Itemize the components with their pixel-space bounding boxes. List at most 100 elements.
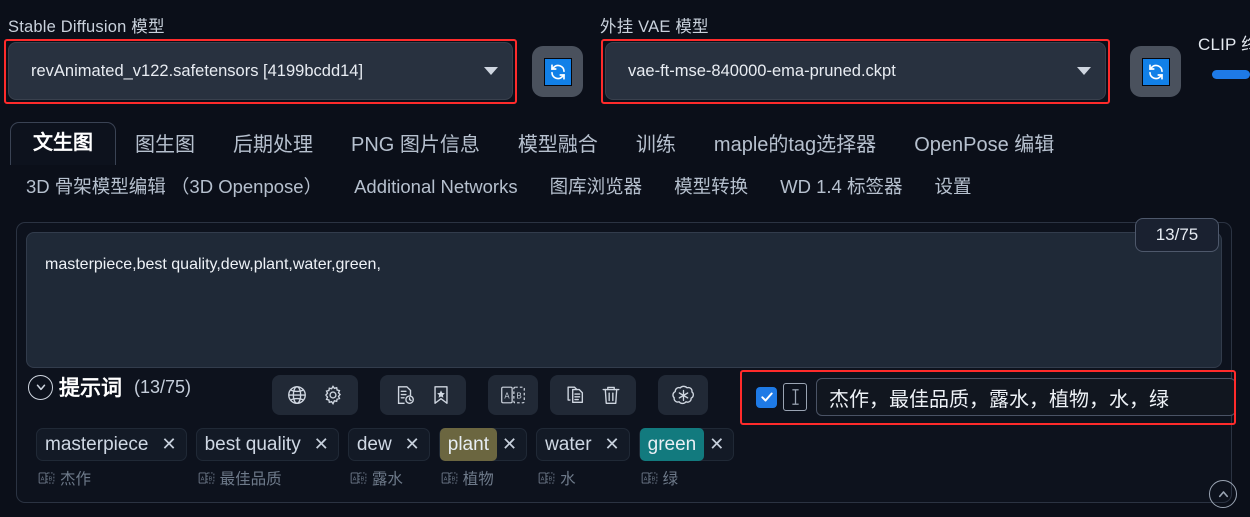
- chevron-down-circle-icon[interactable]: [28, 374, 53, 400]
- close-icon[interactable]: ✕: [497, 434, 517, 455]
- tag-chip-label: dew: [356, 434, 392, 455]
- tag-item: dew ✕ A B 露水: [347, 428, 430, 489]
- tab-checkpoint-merger[interactable]: 模型融合: [499, 127, 617, 165]
- refresh-vae-model-button[interactable]: [1130, 46, 1181, 97]
- svg-text:B: B: [451, 476, 455, 482]
- tab-img2img[interactable]: 图生图: [116, 127, 214, 165]
- token-counter-badge: 13/75: [1135, 218, 1219, 252]
- tab-3d-openpose[interactable]: 3D 骨架模型编辑 （3D Openpose）: [10, 170, 338, 207]
- tab-extras[interactable]: 后期处理: [214, 127, 332, 165]
- tag-translation-label: 水: [560, 471, 576, 488]
- prompt-section-title: 提示词: [59, 377, 122, 400]
- tag-chip[interactable]: plant ✕: [438, 428, 528, 461]
- tag-translation: A B 植物: [439, 467, 527, 489]
- prompt-textarea[interactable]: masterpiece,best quality,dew,plant,water…: [26, 232, 1222, 368]
- close-icon[interactable]: ✕: [309, 434, 329, 455]
- tag-chip[interactable]: water ✕: [536, 428, 630, 461]
- vae-model-label: 外挂 VAE 模型: [600, 18, 709, 36]
- app-root: Stable Diffusion 模型 revAnimated_v122.saf…: [0, 0, 1250, 517]
- chevron-up-circle-icon[interactable]: [1209, 480, 1237, 508]
- tab-wd14-tagger[interactable]: WD 1.4 标签器: [764, 170, 918, 207]
- ab-compare-icon: A B: [538, 472, 555, 484]
- sd-model-dropdown[interactable]: revAnimated_v122.safetensors [4199bcdd14…: [8, 42, 513, 100]
- tab-train[interactable]: 训练: [617, 127, 695, 165]
- ab-compare-icon: A B: [441, 472, 458, 484]
- tag-translation: A B 水: [536, 467, 630, 489]
- ab-compare-icon: A B: [350, 472, 367, 484]
- svg-text:B: B: [549, 476, 553, 482]
- tag-chip-label: best quality: [204, 434, 301, 455]
- gear-icon[interactable]: [318, 380, 348, 410]
- tag-chip-label: green: [639, 428, 705, 461]
- ab-compare-icon: A B: [641, 472, 657, 484]
- svg-text:B: B: [651, 476, 655, 482]
- svg-text:A: A: [200, 476, 204, 482]
- refresh-icon: [543, 57, 572, 86]
- document-clock-icon[interactable]: [390, 380, 420, 410]
- translation-input[interactable]: 杰作，最佳品质，露水，植物，水，绿: [816, 378, 1236, 416]
- chevron-down-icon: [1077, 67, 1091, 75]
- tag-translation-label: 杰作: [60, 471, 92, 488]
- tag-item: green ✕ A B 绿: [638, 428, 735, 489]
- sd-model-label: Stable Diffusion 模型: [8, 18, 165, 36]
- tab-settings[interactable]: 设置: [918, 170, 987, 207]
- tab-openpose-editor[interactable]: OpenPose 编辑: [895, 127, 1073, 165]
- tag-chip-label: plant: [439, 428, 497, 461]
- tag-translation: A B 露水: [348, 467, 430, 489]
- tab-txt2img[interactable]: 文生图: [10, 122, 116, 165]
- clip-skip-label: CLIP 终: [1198, 35, 1250, 54]
- prompt-section-count: (13/75): [134, 376, 192, 397]
- toolbar-group-translate-settings: [272, 375, 358, 415]
- tab-additional-networks[interactable]: Additional Networks: [338, 170, 534, 207]
- tab-maple-tag-selector[interactable]: maple的tag选择器: [695, 127, 895, 165]
- toolbar-group-openai: [658, 375, 708, 415]
- close-icon[interactable]: ✕: [704, 434, 724, 455]
- translation-checkbox[interactable]: [756, 386, 777, 408]
- svg-text:A: A: [541, 476, 545, 482]
- tag-chip[interactable]: best quality ✕: [195, 428, 339, 461]
- tag-translation-label: 绿: [662, 471, 679, 488]
- svg-text:B: B: [208, 476, 212, 482]
- toolbar-group-copy-delete: [550, 375, 636, 415]
- tab-row-secondary: 3D 骨架模型编辑 （3D Openpose） Additional Netwo…: [10, 170, 987, 207]
- tag-translation-label: 最佳品质: [219, 471, 282, 488]
- ab-compare-icon: A B: [198, 472, 214, 484]
- tab-image-browser[interactable]: 图库浏览器: [534, 170, 659, 207]
- svg-text:B: B: [516, 391, 521, 400]
- close-icon[interactable]: ✕: [157, 434, 177, 455]
- ab-compare-icon[interactable]: A B: [498, 380, 528, 410]
- svg-text:A: A: [41, 476, 45, 482]
- tag-item: water ✕ A B 水: [536, 428, 630, 489]
- refresh-sd-model-button[interactable]: [532, 46, 583, 97]
- tag-chip[interactable]: green ✕: [638, 428, 735, 461]
- sd-model-value: revAnimated_v122.safetensors [4199bcdd14…: [31, 61, 364, 80]
- close-icon[interactable]: ✕: [600, 434, 620, 455]
- bookmark-star-icon[interactable]: [426, 380, 456, 410]
- copy-icon[interactable]: [560, 380, 590, 410]
- tag-chip[interactable]: dew ✕: [347, 428, 430, 461]
- svg-text:A: A: [352, 476, 356, 482]
- model-selection-bar: Stable Diffusion 模型 revAnimated_v122.saf…: [0, 0, 1250, 112]
- close-icon[interactable]: ✕: [400, 434, 420, 455]
- text-cursor-icon[interactable]: [783, 383, 807, 411]
- tab-row-primary: 文生图 图生图 后期处理 PNG 图片信息 模型融合 训练 maple的tag选…: [10, 122, 1073, 165]
- main-tab-bar: 文生图 图生图 后期处理 PNG 图片信息 模型融合 训练 maple的tag选…: [0, 122, 1250, 220]
- toolbar-group-ab-compare: A B: [488, 375, 538, 415]
- refresh-icon: [1141, 57, 1170, 86]
- openai-icon[interactable]: [668, 380, 698, 410]
- prompt-tag-list: masterpiece ✕ A B 杰作 best quality ✕ A B …: [36, 428, 735, 489]
- vae-model-dropdown[interactable]: vae-ft-mse-840000-ema-pruned.ckpt: [605, 42, 1106, 100]
- tag-chip-label: masterpiece: [45, 434, 149, 455]
- clip-skip-slider[interactable]: [1212, 70, 1250, 79]
- tab-model-converter[interactable]: 模型转换: [658, 170, 764, 207]
- svg-text:A: A: [504, 391, 510, 400]
- globe-icon[interactable]: [282, 380, 312, 410]
- tag-translation: A B 最佳品质: [196, 467, 339, 489]
- tab-png-info[interactable]: PNG 图片信息: [332, 127, 499, 165]
- tag-item: best quality ✕ A B 最佳品质: [195, 428, 339, 489]
- svg-text:B: B: [49, 476, 53, 482]
- tag-chip[interactable]: masterpiece ✕: [36, 428, 187, 461]
- tag-chip-label: water: [545, 434, 592, 455]
- svg-text:B: B: [360, 476, 364, 482]
- trash-icon[interactable]: [596, 380, 626, 410]
